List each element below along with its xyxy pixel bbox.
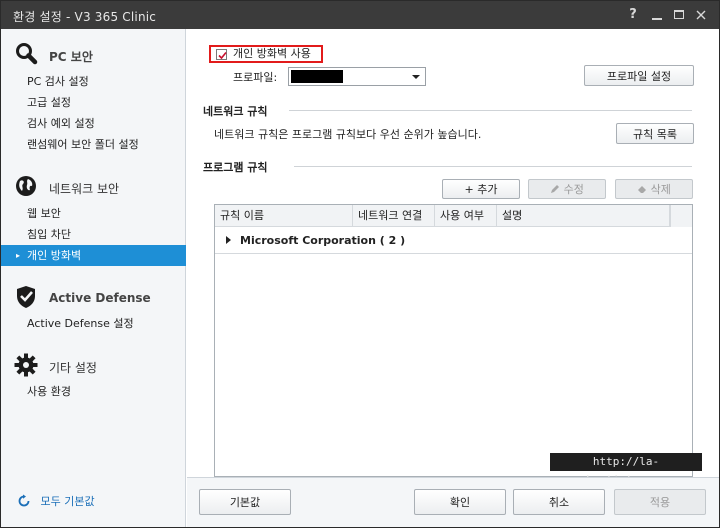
shield-check-icon [17,286,35,308]
profile-label: 프로파일: [233,71,278,84]
pencil-icon [550,184,560,194]
network-rules-description: 네트워크 규칙은 프로그램 규칙보다 우선 순위가 높습니다. [214,128,482,141]
firewall-enable-checkbox[interactable] [216,49,227,60]
minimize-icon [652,18,662,20]
delete-rule-button[interactable]: 삭제 [615,179,693,199]
maximize-icon [674,10,684,19]
rule-list-button[interactable]: 규칙 목록 [616,123,694,144]
program-rules-title: 프로그램 규칙 [203,161,268,174]
profile-settings-button[interactable]: 프로파일 설정 [584,65,694,86]
table-group-row[interactable]: Microsoft Corporation ( 2 ) [215,228,692,254]
minimize-button[interactable] [647,5,667,25]
sidebar-item-usage-env[interactable]: 사용 환경 [1,381,186,402]
maximize-button[interactable] [669,5,689,25]
program-rules-table: 규칙 이름 네트워크 연결 사용 여부 설명 Microsoft Corpora… [214,204,693,477]
window-title: 환경 설정 - V3 365 Clinic [13,10,157,24]
title-bar[interactable]: 환경 설정 - V3 365 Clinic ? [1,1,719,29]
sidebar-item-pc-scan[interactable]: PC 검사 설정 [1,71,186,92]
eraser-icon [637,184,647,194]
network-rules-divider [289,110,692,111]
sidebar-item-advanced[interactable]: 고급 설정 [1,92,186,113]
firewall-enable-highlight: 개인 방화벽 사용 [209,45,323,63]
sidebar-section-label: 기타 설정 [49,361,97,375]
globe-icon [16,176,36,196]
apply-button[interactable]: 적용 [614,489,706,515]
column-header-description[interactable]: 설명 [497,205,670,227]
column-header-enabled[interactable]: 사용 여부 [435,205,497,227]
sidebar-section-active-defense: Active Defense [1,284,186,310]
sidebar-section-label: 네트워크 보안 [49,182,120,196]
help-button[interactable]: ? [623,5,643,25]
program-rules-divider [294,166,692,167]
profile-select-value-redacted [291,70,343,83]
close-button[interactable] [691,5,711,25]
column-header-rule-name[interactable]: 규칙 이름 [215,205,353,227]
column-header-network[interactable]: 네트워크 연결 [353,205,435,227]
sidebar-item-active-defense-settings[interactable]: Active Defense 설정 [1,313,186,334]
sidebar-section-label: PC 보안 [49,50,93,64]
sidebar-item-label: 개인 방화벽 [27,249,82,262]
add-rule-button[interactable]: + 추가 [442,179,520,199]
sidebar-item-intrusion-block[interactable]: 침입 차단 [1,224,186,245]
sidebar: PC 보안 PC 검사 설정 고급 설정 검사 예외 설정 랜섬웨어 보안 폴더… [1,29,186,527]
group-label: Microsoft Corporation ( 2 ) [240,234,406,247]
ok-button[interactable]: 확인 [414,489,506,515]
sidebar-section-label: Active Defense [49,291,151,305]
chevron-down-icon [412,75,420,79]
sidebar-item-web-security[interactable]: 웹 보안 [1,203,186,224]
expand-triangle-icon[interactable] [226,236,231,244]
settings-window: 환경 설정 - V3 365 Clinic ? PC 보안 PC 검사 설정 고… [0,0,720,528]
footer-bar: 기본값 확인 취소 적용 [187,477,719,527]
network-rules-title: 네트워크 규칙 [203,105,268,118]
cancel-button[interactable]: 취소 [513,489,605,515]
chevron-right-icon: ▸ [16,251,21,260]
edit-rule-button[interactable]: 수정 [528,179,606,199]
close-icon [696,10,706,20]
sidebar-item-ransomware-folder[interactable]: 랜섬웨어 보안 폴더 설정 [1,134,186,155]
delete-rule-label: 삭제 [650,183,671,196]
table-header: 규칙 이름 네트워크 연결 사용 여부 설명 [215,205,692,227]
reset-all-label: 모두 기본값 [40,495,95,508]
sidebar-item-scan-exceptions[interactable]: 검사 예외 설정 [1,113,186,134]
sidebar-section-other: 기타 설정 [1,352,186,378]
sidebar-section-pc-security: PC 보안 [1,41,186,67]
profile-select[interactable] [288,67,426,86]
header-scroll-spacer [670,205,692,227]
watermark: http://la-nube.tistory.com [550,453,702,486]
firewall-settings-panel: 개인 방화벽 사용 프로파일: 프로파일 설정 네트워크 규칙 네트워크 규칙은… [187,29,719,477]
refresh-icon [18,494,30,507]
magnifier-icon [16,43,38,65]
checkmark-icon [218,51,227,60]
gear-icon [14,353,38,377]
sidebar-section-network-security: 네트워크 보안 [1,173,186,199]
firewall-enable-label: 개인 방화벽 사용 [233,47,311,60]
sidebar-item-personal-firewall[interactable]: ▸ 개인 방화벽 [1,245,186,266]
default-button[interactable]: 기본값 [199,489,291,515]
reset-all-link[interactable]: 모두 기본값 [17,494,95,510]
edit-rule-label: 수정 [563,183,584,196]
